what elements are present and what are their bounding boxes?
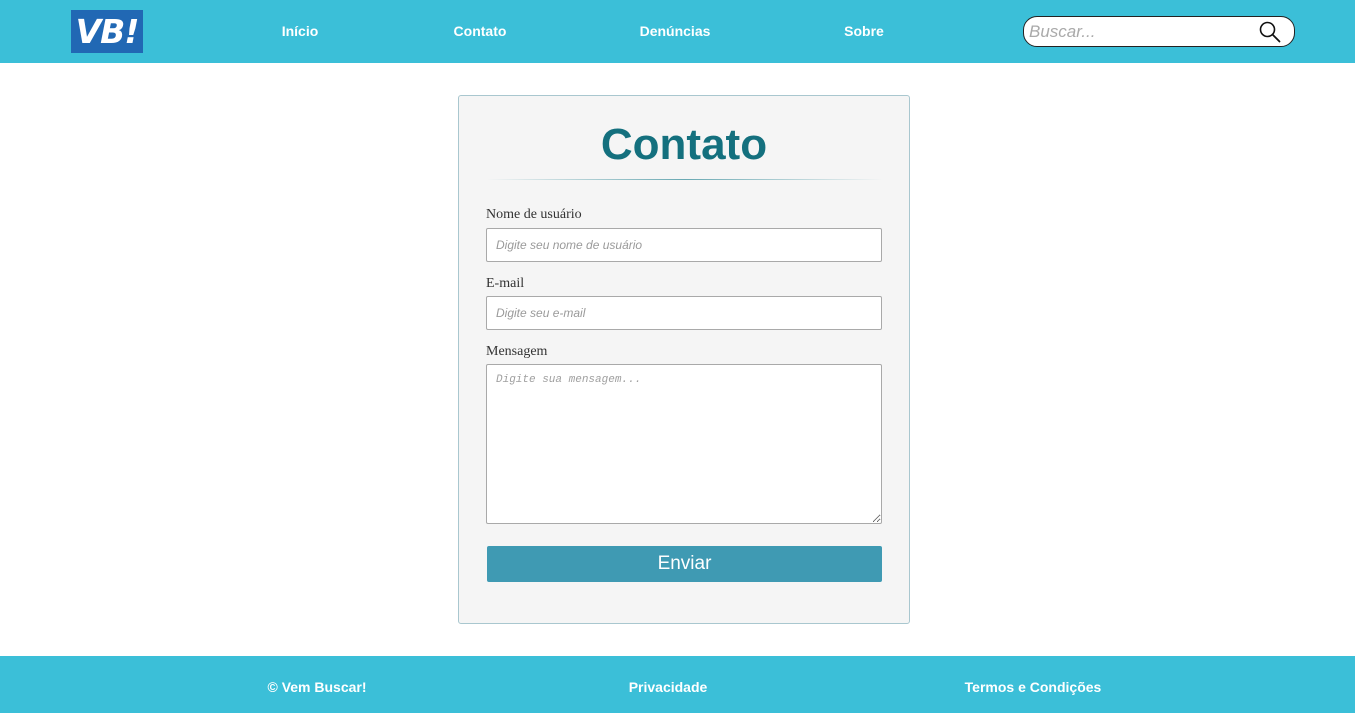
message-label: Mensagem: [486, 344, 548, 359]
page-title: Contato: [600, 120, 768, 169]
submit-button[interactable]: Enviar: [487, 546, 882, 582]
logo[interactable]: VB!: [71, 10, 143, 53]
email-field[interactable]: [486, 296, 882, 330]
search-input[interactable]: [1029, 19, 1249, 44]
site-header: VB! Início Contato Denúncias Sobre: [0, 0, 1355, 63]
username-label: Nome de usuário: [486, 207, 582, 222]
contact-card: Contato Nome de usuário E-mail Mensagem …: [458, 95, 910, 624]
search-icon[interactable]: [1258, 20, 1282, 44]
site-footer: © Vem Buscar! Privacidade Termos e Condi…: [0, 656, 1355, 713]
nav-link-home[interactable]: Início: [282, 0, 319, 63]
footer-link-terms[interactable]: Termos e Condições: [965, 656, 1102, 713]
email-label: E-mail: [486, 276, 525, 291]
title-divider: [487, 179, 883, 180]
nav-link-contact[interactable]: Contato: [454, 0, 507, 63]
username-field[interactable]: [486, 228, 882, 262]
nav-link-about[interactable]: Sobre: [844, 0, 884, 63]
nav-link-reports[interactable]: Denúncias: [640, 0, 711, 63]
footer-copyright: © Vem Buscar!: [267, 679, 367, 695]
search-box: [1023, 16, 1295, 47]
message-textarea[interactable]: [486, 364, 882, 524]
footer-link-privacy[interactable]: Privacidade: [629, 656, 708, 713]
